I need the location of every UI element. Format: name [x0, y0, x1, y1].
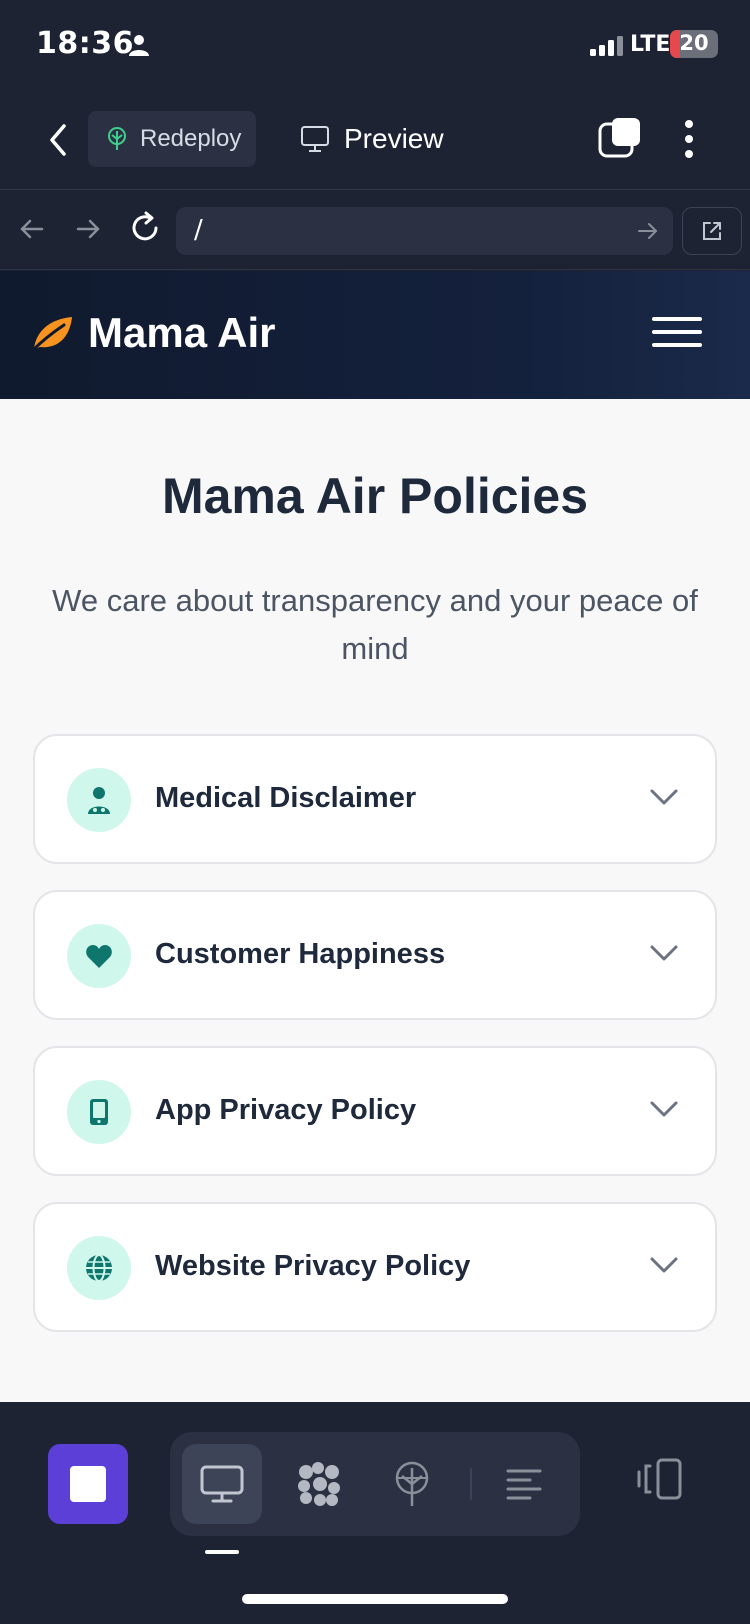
network-type: LTE — [630, 32, 671, 57]
monitor-icon — [301, 126, 329, 152]
chevron-down-icon[interactable] — [649, 788, 679, 806]
nav-forward-arrow-icon[interactable] — [74, 214, 102, 244]
chevron-down-icon[interactable] — [649, 944, 679, 962]
segment-divider — [470, 1468, 472, 1500]
signal-strength-icon — [590, 36, 623, 56]
leaf-logo-icon — [30, 317, 72, 353]
policy-label: App Privacy Policy — [155, 1094, 417, 1126]
mobile-phone-icon — [90, 1099, 108, 1125]
battery-indicator: 20 — [670, 30, 718, 58]
stop-button[interactable] — [48, 1444, 128, 1524]
person-icon — [129, 35, 149, 56]
device-frame-icon[interactable] — [636, 1458, 684, 1500]
nav-back-arrow-icon[interactable] — [18, 214, 46, 244]
policy-label: Medical Disclaimer — [155, 782, 417, 814]
stop-square-icon — [70, 1466, 106, 1502]
brand-name[interactable]: Mama Air — [88, 309, 276, 357]
policy-card-website-privacy[interactable]: Website Privacy Policy — [33, 1202, 717, 1332]
deploy-view-button[interactable] — [372, 1444, 452, 1524]
battery-percent: 20 — [679, 31, 709, 55]
page-title: Mama Air Policies — [161, 468, 589, 524]
doctor-icon — [88, 787, 110, 814]
status-bar: 18:36 LTE 20 — [0, 0, 750, 92]
text-lines-icon — [506, 1469, 542, 1500]
redeploy-label: Redeploy — [140, 125, 242, 152]
tabs-icon[interactable] — [598, 116, 642, 160]
deploy-tree-icon — [108, 127, 126, 150]
hamburger-menu-icon[interactable] — [652, 317, 702, 353]
policy-icon-badge — [67, 924, 131, 988]
home-indicator[interactable] — [242, 1594, 508, 1604]
policy-icon-badge — [67, 1080, 131, 1144]
back-chevron-icon[interactable] — [40, 120, 76, 160]
nodes-grid-icon — [298, 1462, 340, 1506]
components-view-button[interactable] — [278, 1444, 358, 1524]
view-mode-switcher — [170, 1432, 580, 1536]
url-bar-row: / — [0, 190, 750, 270]
more-options-icon[interactable] — [674, 118, 704, 160]
url-value: / — [194, 215, 203, 245]
preview-button[interactable]: Preview — [300, 111, 444, 167]
policy-icon-badge — [67, 1236, 131, 1300]
url-input[interactable]: / — [176, 207, 673, 255]
active-tab-indicator — [205, 1550, 239, 1554]
redeploy-button[interactable]: Redeploy — [88, 111, 256, 167]
bottom-toolbar — [0, 1402, 750, 1624]
globe-icon — [86, 1254, 112, 1282]
policy-card-app-privacy[interactable]: App Privacy Policy — [33, 1046, 717, 1176]
policy-card-customer-happiness[interactable]: Customer Happiness — [33, 890, 717, 1020]
app-bar: Redeploy Preview — [0, 92, 750, 190]
desktop-view-button[interactable] — [182, 1444, 262, 1524]
policy-icon-badge — [67, 768, 131, 832]
status-time: 18:36 — [36, 26, 134, 61]
chevron-down-icon[interactable] — [649, 1256, 679, 1274]
logs-view-button[interactable] — [484, 1444, 564, 1524]
policy-card-medical-disclaimer[interactable]: Medical Disclaimer — [33, 734, 717, 864]
chevron-down-icon[interactable] — [649, 1100, 679, 1118]
reload-icon[interactable] — [128, 210, 162, 246]
go-arrow-icon[interactable] — [637, 221, 659, 241]
heart-icon — [86, 945, 112, 968]
page-subtitle: We care about transparency and your peac… — [52, 583, 698, 666]
deploy-tree-icon — [395, 1461, 429, 1506]
preview-label: Preview — [344, 123, 444, 154]
monitor-icon — [200, 1465, 244, 1503]
main-content: Mama Air Policies We care about transpar… — [0, 399, 750, 1402]
policy-label: Website Privacy Policy — [155, 1250, 471, 1282]
open-external-button[interactable] — [682, 207, 742, 255]
site-header: Mama Air — [0, 271, 750, 399]
policy-label: Customer Happiness — [155, 938, 446, 970]
external-link-icon — [703, 222, 721, 240]
